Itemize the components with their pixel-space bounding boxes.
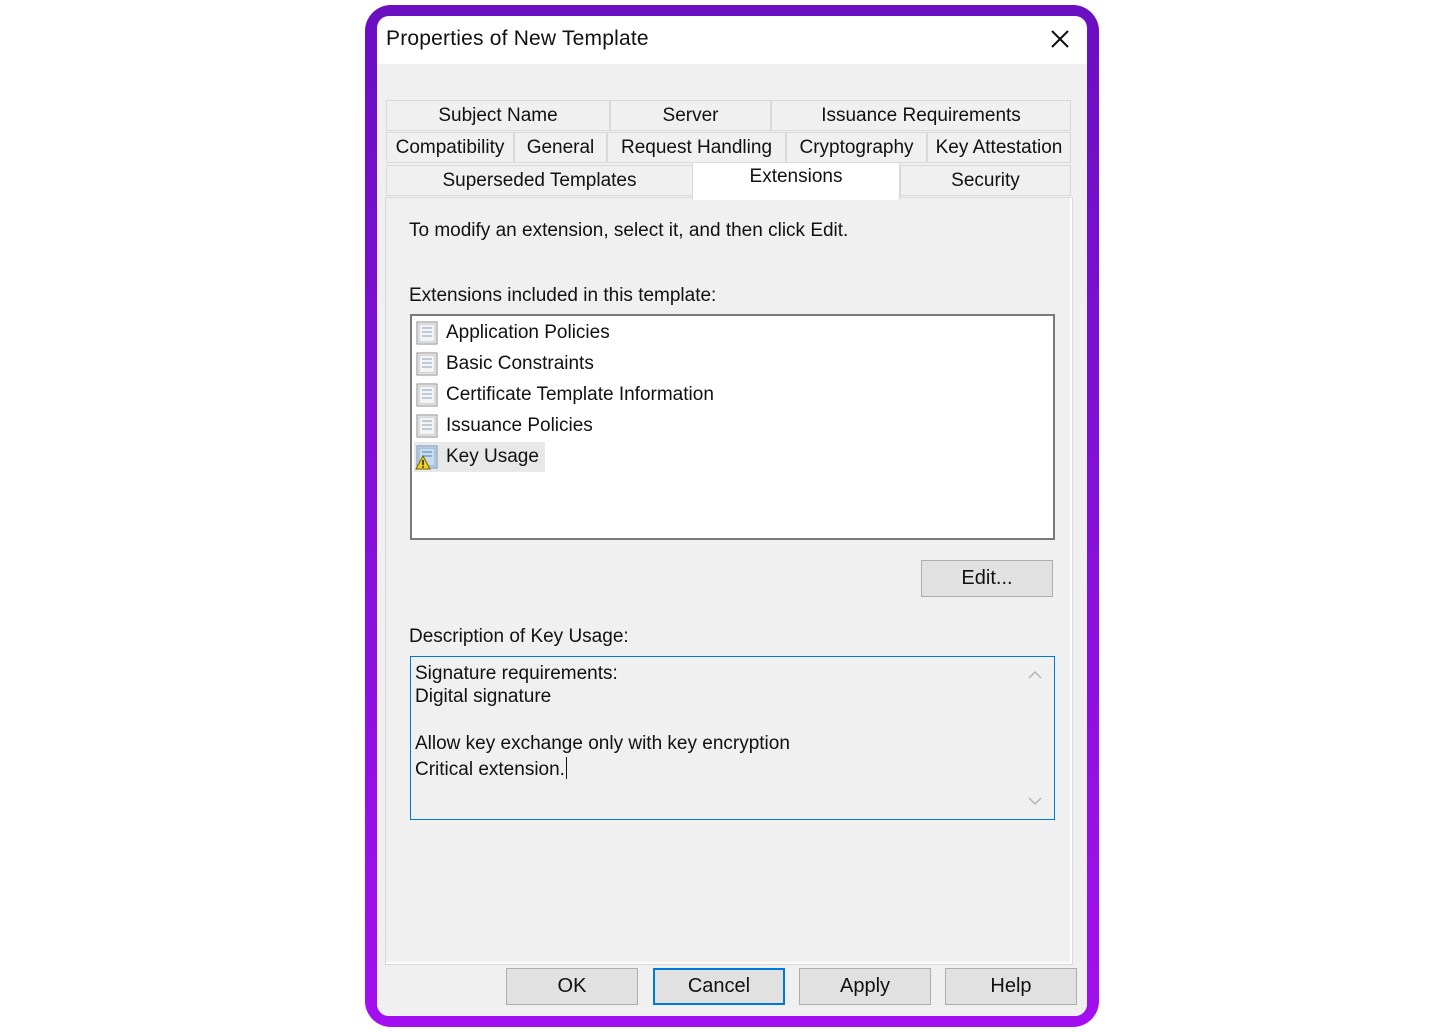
description-textbox[interactable]: Signature requirements: Digital signatur… <box>410 656 1055 820</box>
window-title: Properties of New Template <box>386 27 649 50</box>
dialog-body: Subject Name Server Issuance Requirement… <box>377 64 1087 1016</box>
properties-dialog: Properties of New Template Subject Name … <box>377 16 1087 1016</box>
extensions-panel: To modify an extension, select it, and t… <box>385 197 1073 965</box>
list-item-label: Basic Constraints <box>446 353 594 374</box>
list-item-selected[interactable]: Key Usage <box>414 442 545 472</box>
description-label: Description of Key Usage: <box>409 626 629 647</box>
description-line: Allow key exchange only with key encrypt… <box>415 733 790 754</box>
list-item[interactable]: Application Policies <box>414 318 616 348</box>
tab-issuance-requirements[interactable]: Issuance Requirements <box>771 100 1071 131</box>
instruction-text: To modify an extension, select it, and t… <box>409 220 849 241</box>
list-item[interactable]: Basic Constraints <box>414 349 600 379</box>
chevron-up-icon[interactable] <box>1025 665 1045 685</box>
extension-icon <box>416 414 438 438</box>
tab-request-handling[interactable]: Request Handling <box>607 132 786 163</box>
tab-key-attestation[interactable]: Key Attestation <box>927 132 1071 163</box>
extension-icon <box>416 352 438 376</box>
text-caret <box>565 757 567 779</box>
list-item[interactable]: Issuance Policies <box>414 411 599 441</box>
title-bar: Properties of New Template <box>377 16 1087 64</box>
description-line: Signature requirements: <box>415 663 618 684</box>
extensions-listbox[interactable]: Application Policies Basic Constraints C… <box>410 314 1055 540</box>
description-line: Digital signature <box>415 686 552 707</box>
extension-warning-icon <box>415 445 438 470</box>
tab-compatibility[interactable]: Compatibility <box>386 132 514 163</box>
help-button[interactable]: Help <box>945 968 1077 1005</box>
list-item-label: Certificate Template Information <box>446 384 714 405</box>
list-item-label: Key Usage <box>446 446 539 467</box>
edit-button[interactable]: Edit... <box>921 560 1053 597</box>
description-line: Critical extension. <box>415 759 565 780</box>
tab-security[interactable]: Security <box>900 165 1071 196</box>
tab-general[interactable]: General <box>514 132 607 163</box>
chevron-down-icon[interactable] <box>1025 791 1045 811</box>
tab-superseded-templates[interactable]: Superseded Templates <box>386 165 693 196</box>
list-item-label: Application Policies <box>446 322 610 343</box>
list-item[interactable]: Certificate Template Information <box>414 380 720 410</box>
ok-button[interactable]: OK <box>506 968 638 1005</box>
close-icon <box>1051 30 1069 48</box>
tab-extensions[interactable]: Extensions <box>692 162 900 200</box>
close-button[interactable] <box>1045 24 1075 54</box>
tab-server[interactable]: Server <box>610 100 771 131</box>
tab-subject-name[interactable]: Subject Name <box>386 100 610 131</box>
apply-button[interactable]: Apply <box>799 968 931 1005</box>
cancel-button[interactable]: Cancel <box>653 968 785 1005</box>
description-line-last: Critical extension. <box>415 757 567 781</box>
extension-icon <box>416 383 438 407</box>
tab-cryptography[interactable]: Cryptography <box>786 132 927 163</box>
extension-icon <box>416 321 438 345</box>
list-item-label: Issuance Policies <box>446 415 593 436</box>
extensions-list-label: Extensions included in this template: <box>409 285 717 306</box>
